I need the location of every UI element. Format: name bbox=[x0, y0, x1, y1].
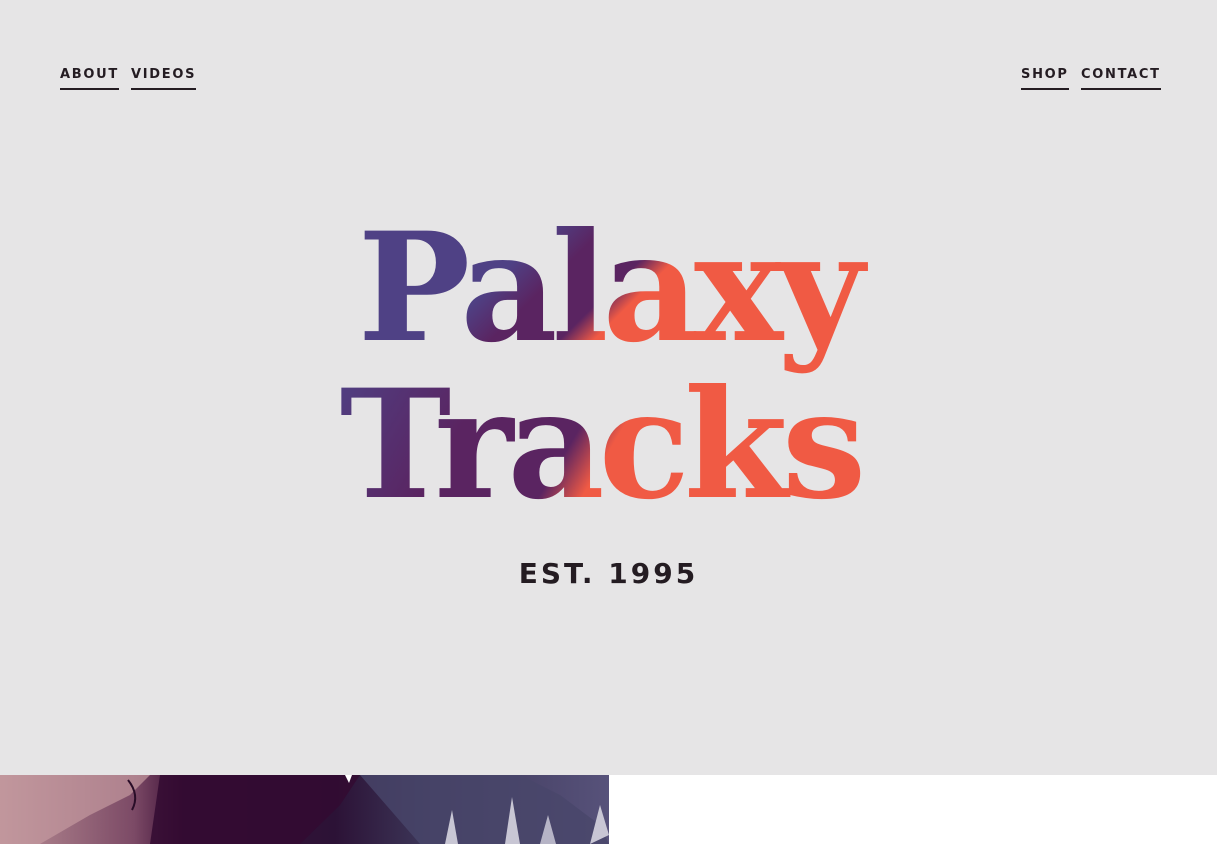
site-logo[interactable]: Palaxy Tracks bbox=[300, 190, 920, 510]
content-panel bbox=[609, 775, 1217, 844]
established-tagline: EST. 1995 bbox=[518, 557, 699, 590]
nav-videos-link[interactable]: VIDEOS bbox=[131, 67, 197, 90]
logo-line-2: Tracks bbox=[340, 357, 861, 510]
nav-about-link[interactable]: ABOUT bbox=[60, 67, 119, 90]
hero-section: ABOUT VIDEOS SHOP CONTACT Palaxy Tracks … bbox=[0, 0, 1217, 775]
nav-shop-link[interactable]: SHOP bbox=[1021, 67, 1069, 90]
nav-contact-link[interactable]: CONTACT bbox=[1081, 67, 1161, 90]
featured-artwork-image[interactable] bbox=[0, 775, 609, 844]
logo-wordmark: Palaxy Tracks bbox=[340, 200, 875, 510]
logo-line-1: Palaxy bbox=[358, 200, 869, 376]
artwork-image bbox=[0, 775, 609, 844]
